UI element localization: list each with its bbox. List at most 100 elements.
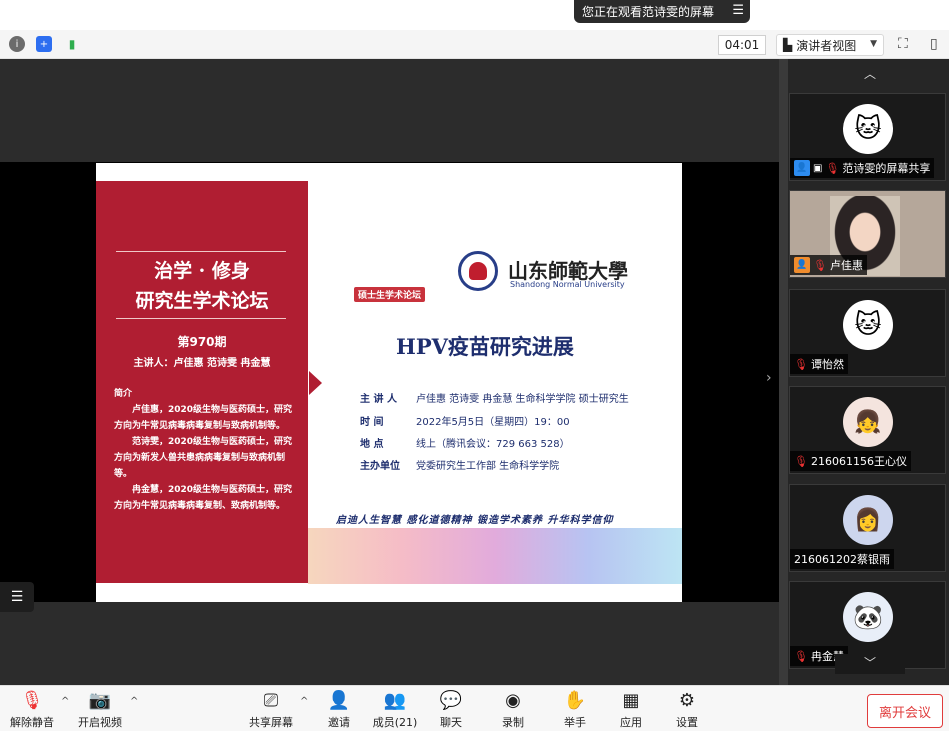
participant-name: 216061156王心仪 — [810, 455, 907, 468]
chevron-down-icon: ▼ — [870, 39, 877, 49]
participant-tile[interactable]: 🐱 🎙 谭怡然 — [789, 289, 946, 377]
raise-hand-icon: ✋ — [563, 690, 587, 711]
info-value: 卢佳惠 范诗雯 冉金慧 生命科学学院 硕士研究生 — [416, 394, 629, 405]
mic-off-icon: 🎙 — [794, 454, 808, 468]
share-notice-text: 您正在观看范诗雯的屏幕 — [582, 5, 715, 19]
participant-name-bar: 👤 ▣ 🎙 范诗雯的屏幕共享 — [790, 158, 935, 178]
apps-label: 应用 — [620, 716, 642, 729]
sidebar-toggle-icon[interactable]: ▯ — [930, 36, 946, 52]
anime-avatar: 👧 — [843, 397, 893, 447]
issue-number: 第970期 — [177, 335, 227, 349]
list-icon[interactable]: ☰ — [0, 582, 34, 612]
screen-share-icon: ▣ — [813, 162, 823, 174]
raise-hand-label: 举手 — [564, 716, 586, 729]
participant-name: 卢佳惠 — [829, 259, 863, 272]
info-row: 时 间 2022年5月5日（星期四）19：00 — [360, 413, 570, 428]
chevron-up-icon[interactable]: ^ — [300, 696, 308, 707]
intro-paragraph: 冉金慧，2020级生物与医药硕士，研究方向为牛常见病毒病毒复制、致病机制等。 — [114, 485, 293, 511]
divider-line — [116, 318, 286, 319]
chat-icon: 💬 — [439, 690, 463, 711]
slide-slogan: 启迪人生智慧 感化道德精神 锻造学术素养 升华科学信仰 — [336, 515, 614, 526]
info-value: 线上（腾讯会议：729 663 528） — [416, 439, 570, 450]
divider-line — [116, 251, 286, 252]
share-screen-button[interactable]: ⎚ 共享屏幕 — [243, 690, 299, 730]
info-key: 时 间 — [360, 417, 384, 428]
participant-name: 216061202蔡银雨 — [794, 553, 890, 566]
chevron-up-icon[interactable]: ︿ — [835, 65, 905, 87]
intro-paragraph: 范诗雯，2020级生物与医药硕士，研究方向为新发人兽共患病病毒复制与致病机制等。 — [114, 437, 293, 479]
chat-label: 聊天 — [440, 716, 462, 729]
mic-off-icon: 🎙 — [794, 649, 808, 663]
intro-title: 简介 — [114, 389, 133, 399]
mic-off-icon: 🎙 — [794, 357, 808, 371]
fullscreen-icon[interactable]: ⛶ — [898, 36, 914, 52]
chevron-down-icon[interactable]: ﹀ — [835, 654, 905, 674]
slide-title: HPV疫苗研究进展 — [396, 334, 574, 359]
motto-line-2: 研究生学术论坛 — [135, 290, 269, 312]
participant-name-bar: 🎙 216061156王心仪 — [790, 451, 911, 471]
anime-avatar: 👩 — [843, 495, 893, 545]
speaker-intro: 简介 卢佳惠，2020级生物与医药硕士，研究方向为牛常见病毒病毒复制与致病机制等… — [114, 386, 296, 514]
participant-name-bar: 216061202蔡银雨 — [790, 549, 894, 569]
info-key: 主办单位 — [360, 461, 400, 472]
participant-tile[interactable]: 👧 🎙 216061156王心仪 — [789, 386, 946, 474]
chevron-up-icon[interactable]: ^ — [61, 696, 69, 707]
record-icon: ◉ — [505, 690, 521, 711]
record-button[interactable]: ◉ 录制 — [485, 690, 541, 730]
participant-tile[interactable]: 👤 🎙 卢佳惠 — [789, 190, 946, 278]
unmute-label: 解除静音 — [10, 716, 54, 729]
members-button[interactable]: 👥 成员(21) — [367, 690, 423, 730]
view-mode-select[interactable]: ▙ 演讲者视图 ▼ — [776, 34, 884, 56]
layout-icon: ▙ — [783, 38, 793, 52]
view-mode-label: 演讲者视图 — [796, 38, 857, 53]
participant-name: 范诗雯的屏幕共享 — [842, 162, 931, 175]
forum-badge: 硕士生学术论坛 — [354, 287, 426, 302]
settings-button[interactable]: ⚙ 设置 — [659, 690, 715, 730]
apps-icon: ▦ — [622, 690, 640, 711]
info-value: 2022年5月5日（星期四）19：00 — [416, 417, 570, 428]
info-row: 地 点 线上（腾讯会议：729 663 528） — [360, 435, 570, 450]
settings-icon: ⚙ — [678, 690, 696, 711]
chevron-right-icon[interactable]: › — [766, 370, 772, 386]
mic-off-icon: 🎙 — [825, 161, 840, 175]
intro-paragraph: 卢佳惠，2020级生物与医药硕士，研究方向为牛常见病毒病毒复制与致病机制等。 — [114, 405, 293, 431]
unmute-button[interactable]: 🎙 解除静音 — [4, 690, 60, 730]
top-bar: 您正在观看范诗雯的屏幕 ☰ — [0, 0, 949, 30]
panel-divider[interactable] — [779, 59, 788, 685]
info-key: 地 点 — [360, 439, 384, 450]
invite-button[interactable]: 👤 邀请 — [311, 690, 367, 730]
arrow-shape — [309, 371, 322, 395]
chat-button[interactable]: 💬 聊天 — [423, 690, 479, 730]
slide-left-panel: 治学 · 修身 研究生学术论坛 第970期 主讲人：卢佳惠 范诗雯 冉金慧 简介… — [96, 181, 308, 583]
info-row: 主办单位 党委研究生工作部 生命科学学院 — [360, 457, 559, 472]
forum-motto: 治学 · 修身 研究生学术论坛 — [96, 256, 308, 316]
info-value: 党委研究生工作部 生命科学学院 — [416, 461, 560, 472]
speakers-line: 主讲人：卢佳惠 范诗雯 冉金慧 — [133, 358, 271, 369]
menu-icon[interactable]: ☰ — [732, 3, 744, 18]
start-video-label: 开启视频 — [78, 716, 122, 729]
signal-icon[interactable]: ▮ — [64, 36, 80, 52]
participant-tile[interactable]: 🐱 👤 ▣ 🎙 范诗雯的屏幕共享 — [789, 93, 946, 181]
decorative-gradient — [308, 528, 682, 584]
leave-meeting-button[interactable]: 离开会议 — [867, 694, 943, 728]
university-name-en: Shandong Normal University — [510, 280, 625, 289]
shield-icon[interactable]: + — [36, 36, 52, 52]
mic-off-icon: 🎙 — [813, 258, 827, 272]
university-logo — [458, 251, 498, 291]
raise-hand-button[interactable]: ✋ 举手 — [547, 690, 603, 730]
participant-name-bar: 👤 🎙 卢佳惠 — [790, 255, 867, 275]
participant-tile[interactable]: 👩 216061202蔡银雨 — [789, 484, 946, 572]
cartoon-avatar: 🐼 — [843, 592, 893, 642]
invite-label: 邀请 — [328, 716, 350, 729]
presentation-slide: 治学 · 修身 研究生学术论坛 第970期 主讲人：卢佳惠 范诗雯 冉金慧 简介… — [96, 163, 682, 602]
start-video-button[interactable]: 📷 开启视频 — [72, 690, 128, 730]
apps-button[interactable]: ▦ 应用 — [603, 690, 659, 730]
share-screen-icon: ⎚ — [263, 690, 279, 711]
host-icon: 👤 — [794, 160, 810, 176]
info-icon[interactable]: i — [9, 36, 25, 52]
info-row: 主 讲 人 卢佳惠 范诗雯 冉金慧 生命科学学院 硕士研究生 — [360, 390, 629, 405]
chevron-up-icon[interactable]: ^ — [130, 696, 138, 707]
share-notice: 您正在观看范诗雯的屏幕 ☰ — [574, 0, 750, 23]
members-label: 成员(21) — [372, 716, 418, 729]
participant-name-bar: 🎙 谭怡然 — [790, 354, 848, 374]
